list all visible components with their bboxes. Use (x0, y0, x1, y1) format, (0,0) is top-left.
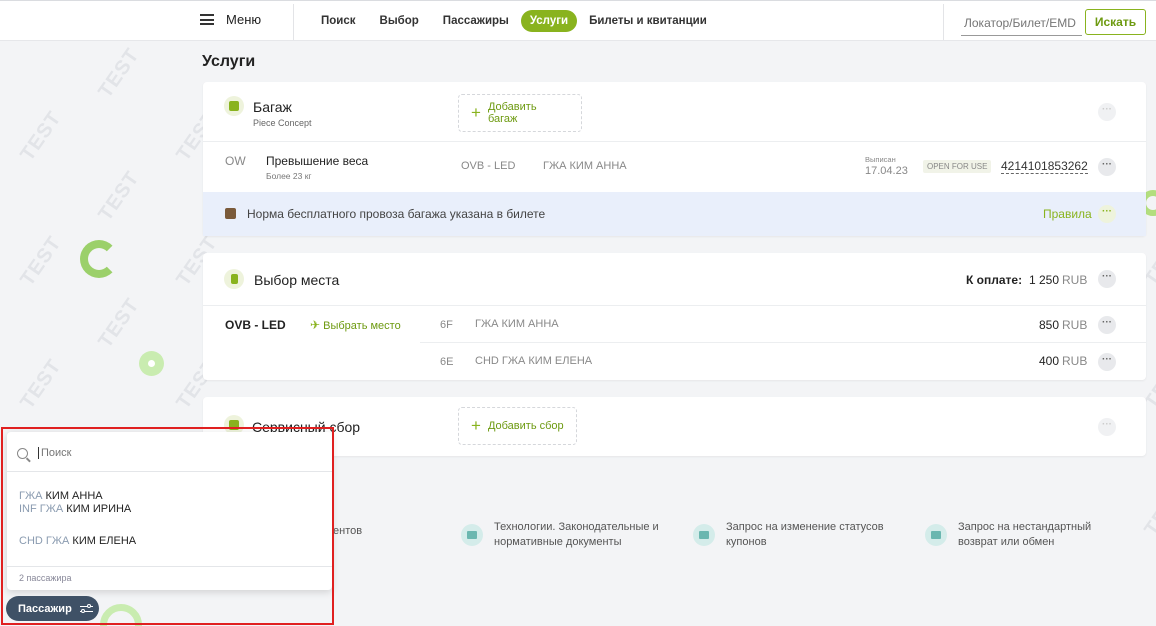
watermark: TEST (16, 355, 66, 414)
tab-tickets[interactable]: Билеты и квитанции (577, 10, 719, 32)
baggage-passenger: ГЖА КИМ АННА (543, 160, 627, 172)
add-baggage-button[interactable]: + Добавить багаж (458, 94, 582, 132)
document-number[interactable]: 4214101853262 (1001, 159, 1088, 174)
locator-input[interactable] (961, 10, 1082, 36)
baggage-item-name: Превышение веса (266, 154, 369, 168)
seat-number: 6E (440, 356, 454, 368)
footer-line: Технологии. Законодательные и (494, 521, 659, 533)
issued-label: Выписан (865, 155, 896, 164)
add-fee-label: Добавить сбор (487, 420, 564, 432)
footer-line: купонов (726, 536, 767, 548)
choose-seat-label: Выбрать место (323, 320, 401, 332)
footer-line: Запрос на нестандартный (958, 521, 1092, 533)
tab-passengers[interactable]: Пассажиры (431, 10, 521, 32)
search-button[interactable]: Искать (1085, 9, 1146, 35)
seat-passenger: ГЖА КИМ АННА (475, 318, 559, 330)
menu-button[interactable]: Меню (200, 12, 261, 27)
to-pay-currency: RUB (1062, 273, 1088, 287)
baggage-route: OVB - LED (461, 160, 516, 172)
baggage-title: Багаж (253, 99, 292, 115)
baggage-card: Багаж Piece Concept + Добавить багаж ···… (203, 82, 1146, 236)
seat-currency: RUB (1062, 318, 1088, 332)
main-nav: Поиск Выбор Пассажиры Услуги Билеты и кв… (309, 10, 719, 32)
watermark: TEST (16, 107, 66, 166)
suitcase-icon (225, 208, 236, 219)
seat-icon (224, 269, 244, 289)
decor-ring (80, 240, 118, 278)
more-icon[interactable]: ··· (1098, 418, 1116, 436)
watermark: TEST (94, 44, 144, 103)
seats-card: Выбор места К оплате: 1 250 RUB ··· OVB … (203, 253, 1146, 380)
seat-passenger: CHD ГЖА КИМ ЕЛЕНА (475, 355, 593, 367)
footer-link-coupons[interactable]: Запрос на изменение статусов купонов (693, 520, 884, 550)
add-baggage-label: Добавить багаж (487, 101, 537, 125)
more-icon[interactable]: ··· (1098, 205, 1116, 223)
seats-route: OVB - LED (225, 318, 286, 332)
footer-line: Запрос на изменение статусов (726, 521, 884, 533)
refund-icon (925, 524, 947, 546)
decor-dot (139, 351, 164, 376)
top-bar: Меню Поиск Выбор Пассажиры Услуги Билеты… (0, 0, 1156, 41)
watermark: TEST (16, 232, 66, 291)
footer-line: возврат или обмен (958, 536, 1055, 548)
plane-icon: ✈ (310, 318, 321, 332)
more-icon[interactable]: ··· (1098, 270, 1116, 288)
more-icon[interactable]: ··· (1098, 316, 1116, 334)
tab-choice[interactable]: Выбор (368, 10, 431, 32)
footer-link-docs[interactable]: Технологии. Законодательные и нормативные… (461, 520, 659, 550)
add-fee-button[interactable]: + Добавить сбор (458, 407, 577, 445)
footer-partial-label[interactable]: ентов (333, 525, 362, 537)
baggage-type: OW (225, 154, 246, 168)
to-pay-value: 1 250 (1029, 273, 1060, 287)
menu-label: Меню (226, 12, 262, 27)
status-badge: OPEN FOR USE (923, 160, 992, 173)
page-title: Услуги (202, 53, 256, 70)
hamburger-icon (200, 14, 214, 25)
ticket-icon (693, 524, 715, 546)
footer-link-refund[interactable]: Запрос на нестандартный возврат или обмен (925, 520, 1091, 550)
highlight-frame (1, 427, 334, 625)
more-icon[interactable]: ··· (1098, 158, 1116, 176)
plus-icon: + (471, 416, 481, 435)
seat-price: 400 (1039, 354, 1060, 368)
issued-date: 17.04.23 (865, 165, 908, 177)
watermark: TEST (94, 167, 144, 226)
baggage-info-text: Норма бесплатного провоза багажа указана… (247, 207, 546, 221)
watermark: TEST (1140, 482, 1156, 541)
plus-icon: + (471, 103, 481, 122)
choose-seat-link[interactable]: ✈ Выбрать место (310, 318, 401, 332)
watermark: TEST (94, 294, 144, 353)
more-icon[interactable]: ··· (1098, 353, 1116, 371)
to-pay-label: К оплате: (966, 273, 1023, 287)
tab-services[interactable]: Услуги (520, 10, 578, 32)
more-icon[interactable]: ··· (1098, 103, 1116, 121)
seat-number: 6F (440, 319, 453, 331)
rules-link[interactable]: Правила (1043, 207, 1092, 221)
luggage-icon (224, 96, 244, 116)
service-fee-card: Сервисный сбор + Добавить сбор ··· (203, 397, 1146, 456)
baggage-subtitle: Piece Concept (253, 118, 312, 128)
baggage-info-bar: Норма бесплатного провоза багажа указана… (203, 192, 1146, 236)
baggage-item-note: Более 23 кг (266, 171, 312, 181)
tab-search[interactable]: Поиск (309, 10, 368, 32)
footer-line: нормативные документы (494, 536, 622, 548)
seat-currency: RUB (1062, 354, 1088, 368)
book-icon (461, 524, 483, 546)
seats-title: Выбор места (254, 272, 340, 288)
seat-price: 850 (1039, 318, 1060, 332)
